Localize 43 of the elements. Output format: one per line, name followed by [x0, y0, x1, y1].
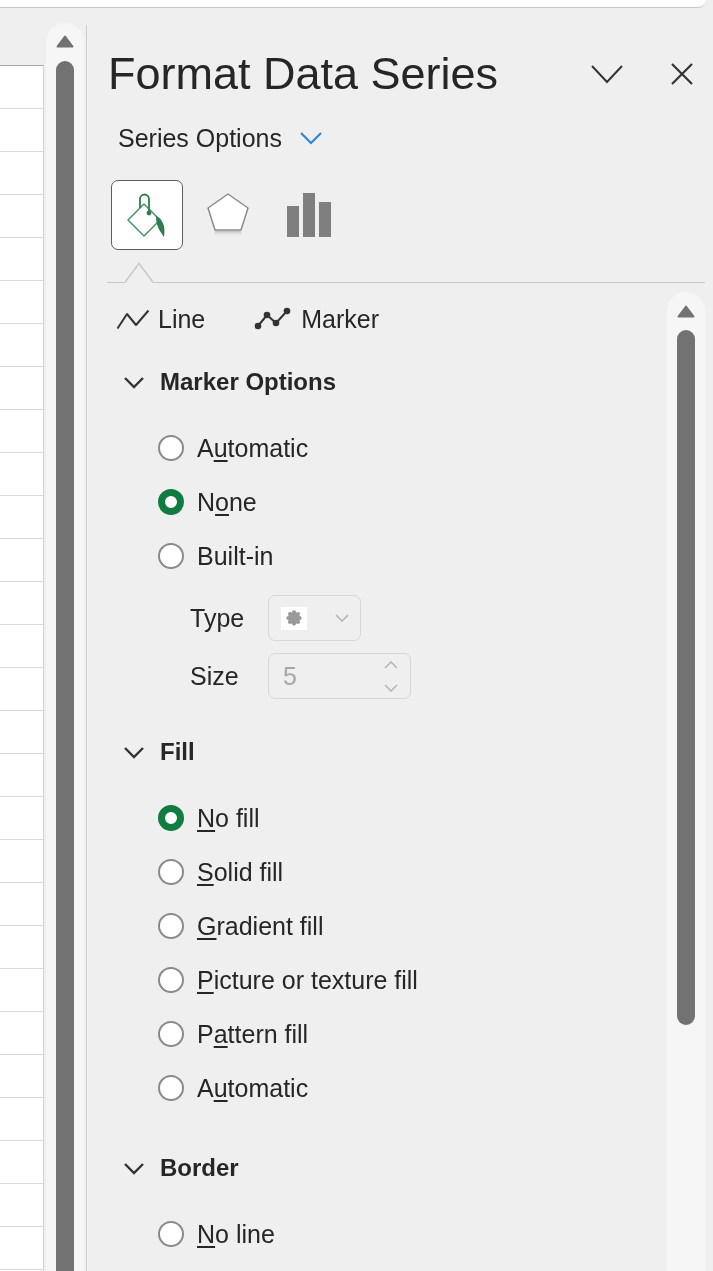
section-header[interactable]: Fill	[123, 727, 195, 777]
marker-swatch-icon	[281, 606, 307, 630]
chevron-down-icon	[298, 131, 323, 145]
line-tab[interactable]: Line	[116, 304, 206, 334]
radio-label[interactable]: Gradient fill	[197, 911, 324, 941]
radio-label[interactable]: No line	[197, 1219, 275, 1249]
radio-label[interactable]: No fill	[197, 803, 260, 833]
radio-label[interactable]: Automatic	[197, 1073, 309, 1103]
field-label: Type	[190, 603, 246, 633]
radio-button[interactable]	[158, 1221, 184, 1247]
pentagon-icon	[205, 192, 251, 238]
scroll-up-icon[interactable]	[677, 305, 695, 318]
radio-label[interactable]: None	[197, 487, 257, 517]
radio-button[interactable]	[158, 1021, 184, 1047]
chevron-down-icon	[335, 614, 349, 622]
series-options-dropdown[interactable]: Series Options	[118, 123, 323, 153]
radio-label[interactable]: Solid fill	[197, 857, 284, 887]
section-header[interactable]: Marker Options	[123, 357, 337, 407]
radio-label[interactable]: Picture or texture fill	[197, 965, 418, 995]
pane-title: Format Data Series	[108, 48, 499, 100]
line-chart-icon	[116, 308, 150, 330]
field-label: Size	[190, 661, 240, 691]
scrollbar-thumb[interactable]	[56, 61, 74, 1271]
radio-label[interactable]: Automatic	[197, 433, 309, 463]
line-with-markers-icon	[254, 307, 292, 331]
radio-button[interactable]	[158, 543, 184, 569]
radio-button[interactable]	[158, 913, 184, 939]
marker-tab[interactable]: Marker	[254, 304, 380, 334]
radio-button[interactable]	[158, 1075, 184, 1101]
close-icon[interactable]	[670, 62, 694, 86]
radio-button[interactable]	[158, 435, 184, 461]
radio-button[interactable]	[158, 967, 184, 993]
radio-button[interactable]	[158, 805, 184, 831]
radio-label[interactable]: Built-in	[197, 541, 274, 571]
section-header[interactable]: Border	[123, 1143, 239, 1193]
bar-chart-icon	[287, 193, 331, 237]
chevron-down-icon[interactable]	[590, 64, 624, 84]
scrollbar-thumb[interactable]	[677, 330, 695, 1025]
scroll-up-icon[interactable]	[56, 35, 74, 48]
radio-label[interactable]: Pattern fill	[197, 1019, 309, 1049]
radio-button[interactable]	[158, 489, 184, 515]
radio-button[interactable]	[158, 859, 184, 885]
fill-and-line-tab[interactable]	[111, 180, 183, 250]
